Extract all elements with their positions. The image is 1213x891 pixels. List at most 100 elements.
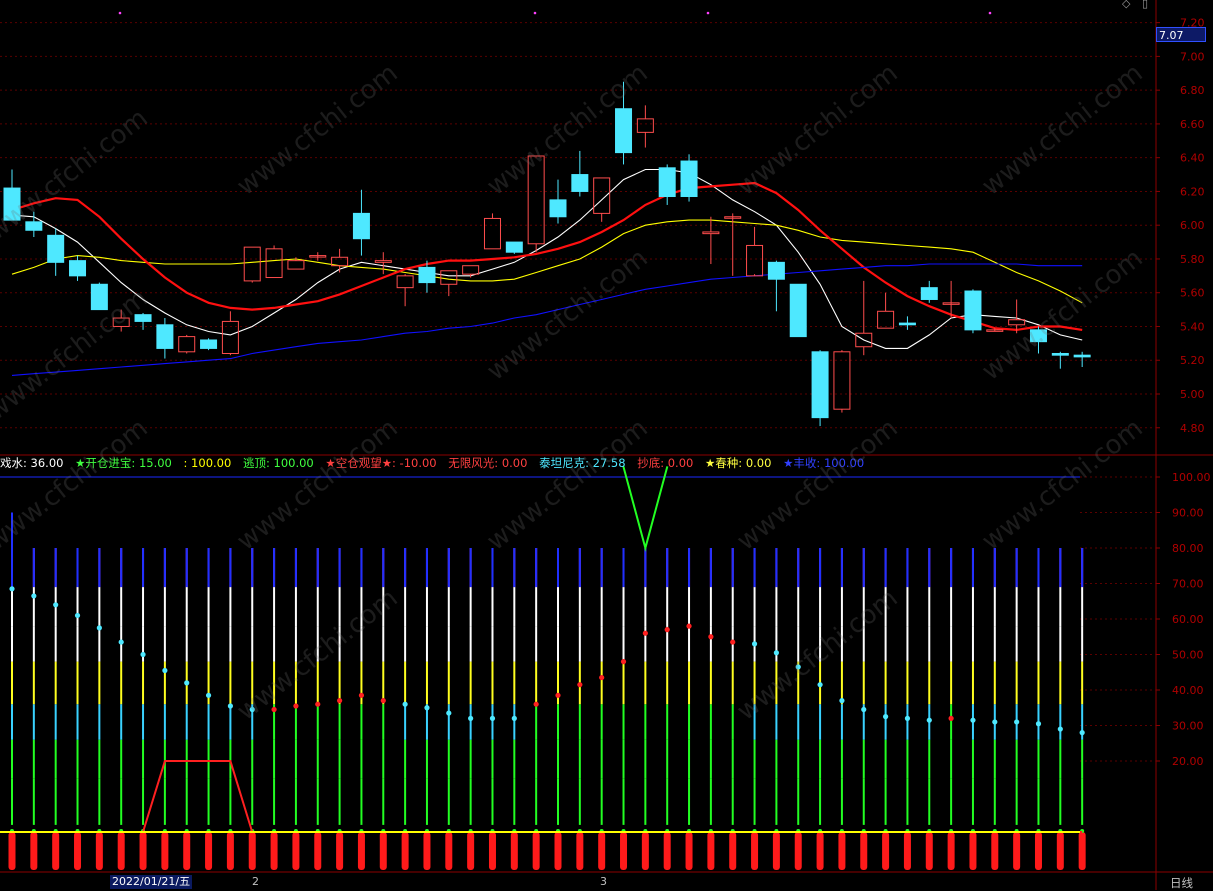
candle (134, 312, 152, 330)
column-base-bar (488, 832, 496, 870)
candle (374, 252, 392, 275)
indicator-column (685, 548, 693, 870)
column-base-bar (117, 832, 125, 870)
indicator-dot (533, 701, 539, 707)
indicator-column (95, 548, 103, 870)
indicator-dot (577, 682, 583, 688)
candle (702, 216, 720, 265)
column-base-bar (401, 832, 409, 870)
column-base-bar (707, 832, 715, 870)
indicator-dot (730, 639, 736, 645)
column-base-bar (947, 832, 955, 870)
indicator-column (1013, 548, 1021, 870)
indicator-column (1056, 548, 1064, 870)
readout-0: 戏水: 36.00 (0, 456, 64, 470)
indicator-dot (1057, 726, 1063, 732)
column-base-bar (1034, 832, 1042, 870)
indicator-series (0, 466, 1086, 870)
grid-lines (0, 0, 1213, 890)
candle-body (90, 283, 108, 311)
indicator-column (161, 548, 169, 870)
candle (156, 318, 174, 359)
candle-body (374, 260, 392, 263)
candle (855, 280, 873, 356)
column-base-bar (620, 832, 628, 870)
price-tick-label: 5.60 (1180, 287, 1205, 300)
indicator-dot (380, 698, 386, 704)
candle-body (658, 167, 676, 198)
candle (658, 164, 676, 205)
column-base-bar (1078, 832, 1086, 870)
indicator-column (226, 548, 234, 870)
indicator-column (1078, 548, 1086, 870)
candle-body (593, 177, 611, 214)
column-base-bar (969, 832, 977, 870)
indicator-dot (162, 667, 168, 674)
indicator-column (772, 548, 780, 870)
price-tick-label: 5.80 (1180, 253, 1205, 266)
indicator-dot (839, 698, 845, 704)
candle (331, 248, 349, 273)
indicator-column (663, 548, 671, 870)
candle-body (746, 244, 764, 277)
indicator-column (423, 548, 431, 870)
column-base-bar (379, 832, 387, 870)
column-base-bar (467, 832, 475, 870)
indicator-dot (74, 612, 81, 619)
price-tick-label: 6.80 (1180, 84, 1205, 97)
green-v-marker (622, 466, 669, 552)
price-tick-label: 6.40 (1180, 152, 1205, 165)
indicator-dot (1014, 719, 1020, 725)
indicator-dot (184, 680, 190, 686)
indicator-column (751, 548, 759, 870)
candle (25, 211, 43, 238)
indicator-dot (926, 717, 932, 723)
candle-body (811, 351, 829, 419)
column-base-bar (226, 832, 234, 870)
indicator-dot (402, 701, 408, 707)
indicator-dot (511, 715, 517, 722)
window-control-icons[interactable]: ◇ ▯ (1122, 0, 1152, 10)
indicator-column (117, 548, 125, 870)
price-tick-label: 7.00 (1180, 50, 1205, 63)
candle (615, 81, 633, 165)
candle-body (483, 217, 501, 250)
column-base-bar (292, 832, 300, 870)
price-axis: 7.207.006.806.606.406.206.005.805.605.40… (1156, 17, 1211, 768)
candle-body (1073, 354, 1091, 358)
candle-body (877, 310, 895, 329)
candle (505, 241, 523, 254)
candle-body (112, 317, 130, 327)
indicator-tick-label: 30.00 (1172, 720, 1204, 733)
indicator-dot (795, 664, 801, 670)
candle (680, 154, 698, 202)
indicator-dot (686, 623, 692, 629)
candle-body (243, 246, 261, 282)
indicator-column (467, 548, 475, 870)
column-base-bar (139, 832, 147, 870)
candle (47, 228, 65, 276)
indicator-column (52, 548, 60, 870)
candle-body (789, 283, 807, 338)
readout-6: 泰坦尼克: 27.58 (539, 456, 626, 470)
column-base-bar (882, 832, 890, 870)
candle-body (134, 314, 152, 322)
price-tick-label: 4.80 (1180, 422, 1205, 435)
candle-body (920, 287, 938, 300)
column-base-bar (183, 832, 191, 870)
candlestick-series (3, 81, 1091, 427)
chart-canvas[interactable]: 7.207.006.806.606.406.206.005.805.605.40… (0, 0, 1213, 890)
candle (746, 226, 764, 277)
indicator-column (620, 548, 628, 870)
indicator-dot (904, 715, 911, 722)
candle-body (505, 241, 523, 253)
price-tick-label: 6.60 (1180, 118, 1205, 131)
readout-3: 逃顶: 100.00 (242, 456, 314, 470)
indicator-column (794, 548, 802, 870)
indicator-column (510, 548, 518, 870)
indicator-dot (424, 705, 430, 711)
candle-body (287, 260, 305, 270)
period-label[interactable]: 日线 (1170, 875, 1193, 891)
last-price-box: 7.07 (1156, 27, 1206, 42)
column-base-bar (554, 832, 562, 870)
